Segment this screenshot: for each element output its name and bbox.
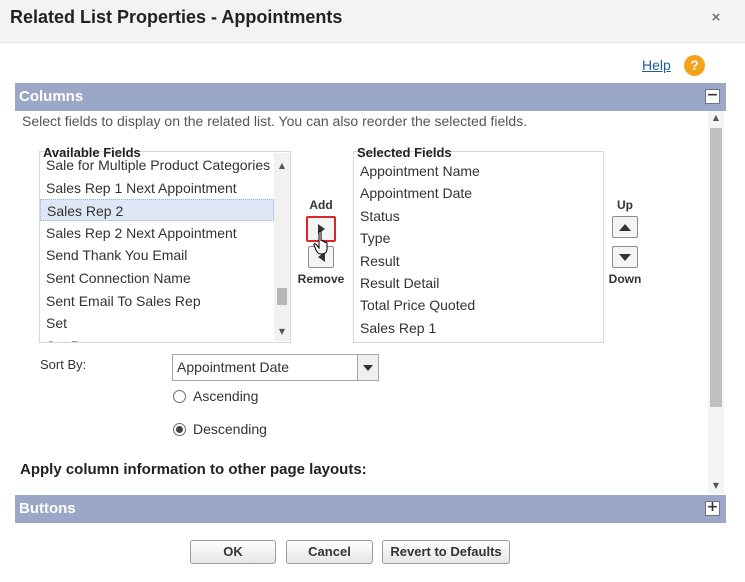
list-item[interactable]: Set	[40, 312, 274, 334]
list-item[interactable]: Appointment Date	[354, 182, 603, 204]
list-item[interactable]: Sent Email To Sales Rep	[40, 290, 274, 312]
help-link[interactable]: Help	[642, 57, 671, 73]
scroll-up-arrow-icon[interactable]: ▲	[708, 113, 724, 122]
list-item[interactable]: Sales Rep 1	[354, 317, 603, 339]
columns-section-header: Columns −	[15, 83, 726, 111]
descending-radio[interactable]	[173, 423, 186, 436]
list-item[interactable]: Sent Connection Name	[40, 267, 274, 289]
down-label: Down	[608, 272, 642, 286]
hand-cursor-icon	[313, 230, 328, 255]
list-item[interactable]: Total Price Quoted	[354, 294, 603, 316]
columns-section-title: Columns	[19, 88, 84, 105]
apply-column-info-heading: Apply column information to other page l…	[20, 461, 367, 478]
list-item[interactable]: Send Thank You Email	[40, 244, 274, 266]
selected-fields-label: Selected Fields	[357, 145, 452, 160]
up-label: Up	[617, 198, 633, 212]
arrow-down-icon	[619, 253, 631, 261]
list-item[interactable]: Type	[354, 227, 603, 249]
scroll-down-arrow-icon[interactable]: ▼	[274, 327, 290, 336]
available-fields-label: Available Fields	[43, 145, 141, 160]
arrow-up-icon	[619, 223, 631, 231]
remove-label: Remove	[297, 272, 345, 286]
revert-to-defaults-button[interactable]: Revert to Defaults	[382, 540, 510, 564]
available-list-scrollbar[interactable]: ▲ ▼	[274, 153, 290, 341]
list-item[interactable]: Sales Rep 1 Next Appointment	[40, 177, 274, 199]
available-list-scrollbar-thumb[interactable]	[277, 288, 287, 305]
scroll-down-arrow-icon[interactable]: ▼	[708, 481, 724, 490]
list-item[interactable]: Sales Rep 2 Next Appointment	[40, 222, 274, 244]
expand-icon[interactable]: +	[705, 500, 720, 516]
descending-label[interactable]: Descending	[193, 421, 267, 437]
chevron-down-icon[interactable]	[357, 355, 378, 380]
ascending-label[interactable]: Ascending	[193, 388, 258, 404]
scroll-up-arrow-icon[interactable]: ▲	[274, 161, 290, 170]
list-item[interactable]: Set By	[40, 335, 274, 342]
instructions-text: Select fields to display on the related …	[22, 113, 528, 129]
list-item[interactable]: Appointment Name	[354, 160, 603, 182]
list-item[interactable]: Sales Rep 2	[40, 199, 274, 222]
radio-selected-dot	[176, 426, 183, 433]
move-up-button[interactable]	[612, 216, 638, 238]
sort-by-value: Appointment Date	[177, 359, 290, 375]
list-item[interactable]: Result Detail	[354, 272, 603, 294]
move-down-button[interactable]	[612, 246, 638, 268]
add-label: Add	[309, 198, 333, 212]
list-item[interactable]: Result	[354, 250, 603, 272]
close-icon[interactable]: ×	[704, 6, 728, 30]
sort-by-label: Sort By:	[40, 357, 87, 372]
list-item[interactable]: Status	[354, 205, 603, 227]
available-fields-list[interactable]: Sale for Multiple Product Categories Sale…	[39, 151, 291, 343]
buttons-section-header: Buttons +	[15, 495, 726, 523]
dialog-title: Related List Properties - Appointments	[10, 7, 343, 27]
collapse-icon[interactable]: −	[705, 88, 720, 104]
buttons-section-title: Buttons	[19, 500, 76, 517]
selected-fields-list[interactable]: Appointment Name Appointment Date Status Ty…	[353, 151, 604, 343]
cancel-button[interactable]: Cancel	[286, 540, 373, 564]
sort-by-select[interactable]: Appointment Date	[172, 354, 379, 381]
ok-button[interactable]: OK	[190, 540, 276, 564]
help-icon[interactable]: ?	[684, 55, 705, 76]
ascending-radio[interactable]	[173, 390, 186, 403]
section-scrollbar-thumb[interactable]	[710, 128, 722, 407]
